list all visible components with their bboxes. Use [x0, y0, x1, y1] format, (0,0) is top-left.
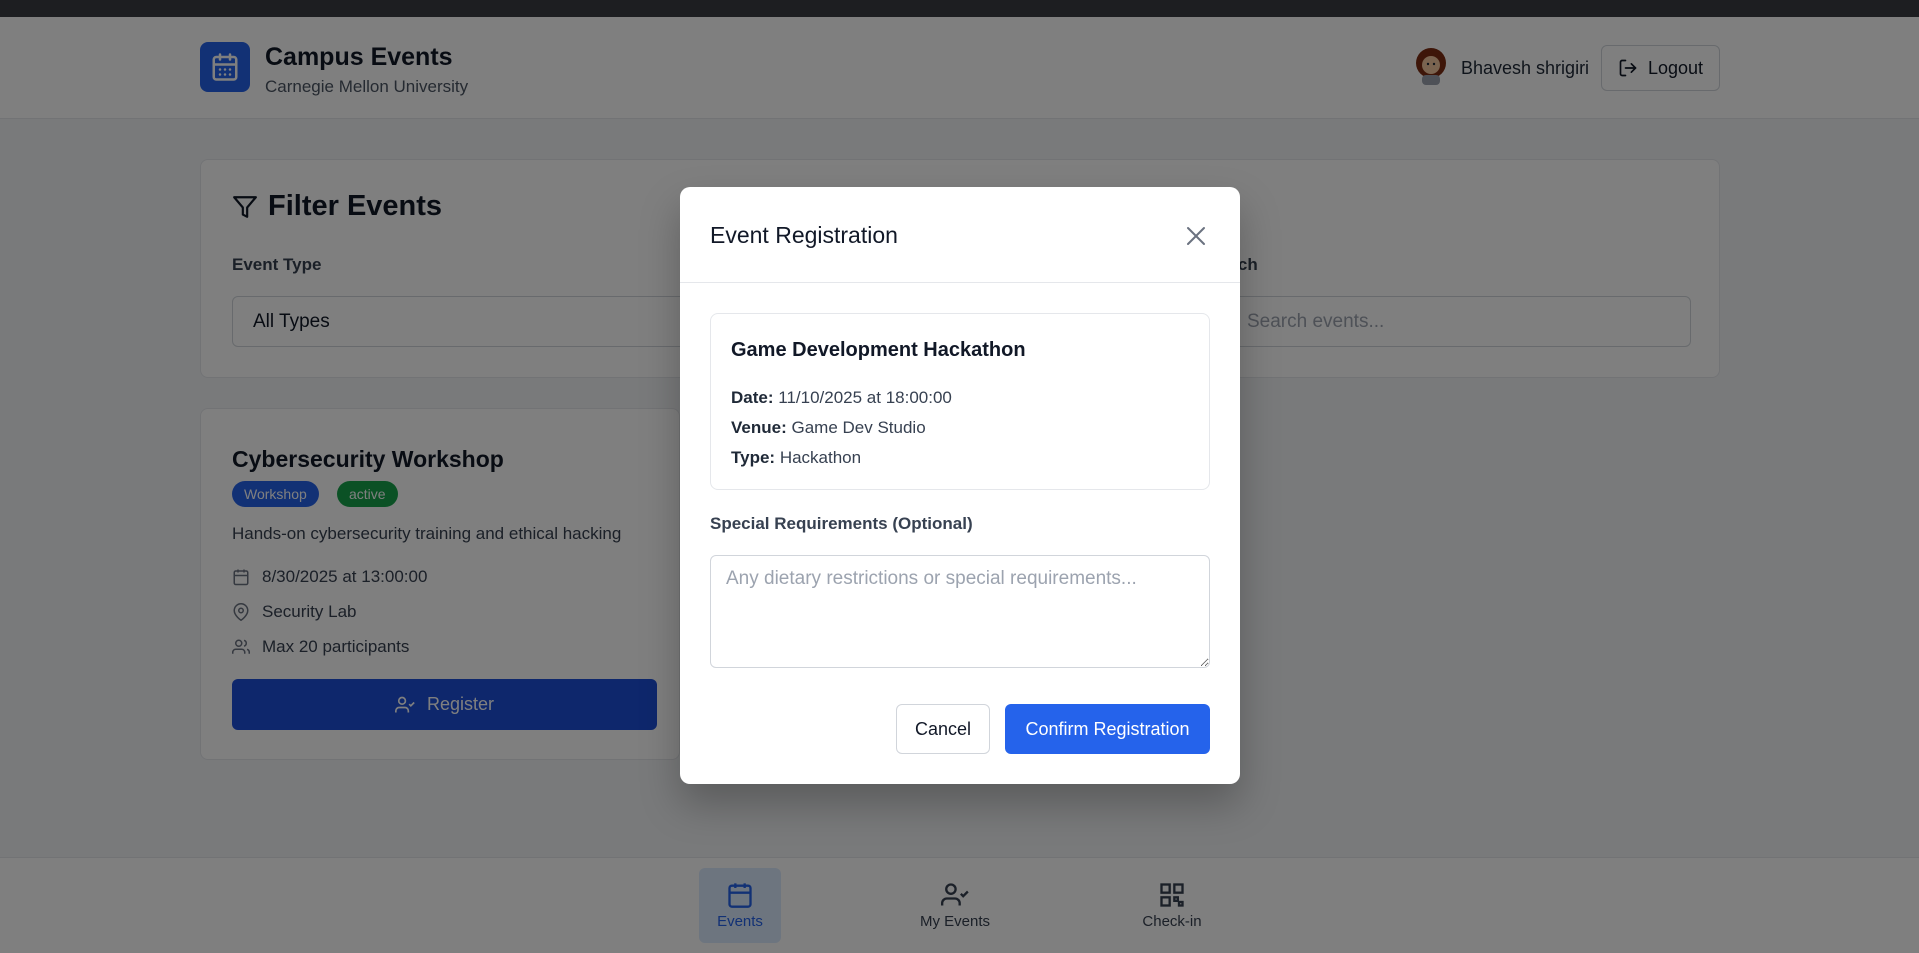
cancel-button[interactable]: Cancel: [896, 704, 990, 754]
type-label: Type:: [731, 448, 776, 467]
modal-type-line: Type: Hackathon: [731, 448, 861, 468]
close-button[interactable]: [1182, 222, 1210, 250]
venue-value: Game Dev Studio: [791, 418, 926, 437]
date-label: Date:: [731, 388, 774, 407]
registration-modal: Event Registration Game Development Hack…: [680, 187, 1240, 784]
close-icon: [1187, 227, 1205, 245]
modal-event-title: Game Development Hackathon: [731, 339, 1026, 361]
modal-venue-line: Venue: Game Dev Studio: [731, 418, 926, 438]
modal-date-line: Date: 11/10/2025 at 18:00:00: [731, 388, 952, 408]
event-info-box: Game Development Hackathon Date: 11/10/2…: [710, 313, 1210, 490]
modal-title: Event Registration: [710, 222, 898, 248]
type-value: Hackathon: [779, 448, 862, 467]
date-value: 11/10/2025 at 18:00:00: [778, 388, 952, 407]
requirements-textarea[interactable]: [710, 555, 1210, 668]
modal-header: Event Registration: [680, 187, 1240, 283]
venue-label: Venue:: [731, 418, 787, 437]
confirm-registration-button[interactable]: Confirm Registration: [1005, 704, 1210, 754]
requirements-label: Special Requirements (Optional): [710, 514, 973, 533]
